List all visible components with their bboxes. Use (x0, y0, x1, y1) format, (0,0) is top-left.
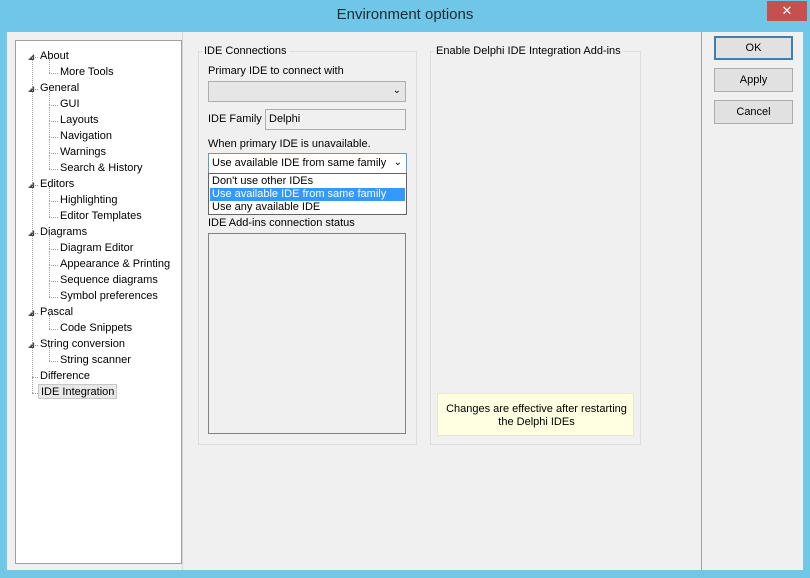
tree-item[interactable]: Code Snippets (60, 321, 132, 336)
tree-connector (49, 123, 50, 137)
tree-category[interactable]: Editors (40, 177, 74, 192)
tree-item[interactable]: Layouts (60, 113, 99, 128)
primary-ide-label: Primary IDE to connect with (208, 65, 344, 77)
apply-button[interactable]: Apply (714, 68, 793, 92)
tree-connector (49, 91, 50, 105)
tree-connector (49, 203, 50, 217)
tree-category[interactable]: String conversion (40, 337, 125, 352)
unavailable-label: When primary IDE is unavailable. (208, 138, 371, 150)
cancel-button[interactable]: Cancel (714, 100, 793, 124)
dialog-client-area: ◢ About More Tools ◢ General GUI Layouts Naviga… (7, 32, 803, 570)
tree-connector (49, 137, 58, 138)
dropdown-option[interactable]: Don't use other IDEs (210, 175, 405, 188)
chevron-down-icon: ⌄ (392, 85, 401, 96)
tree-category[interactable]: Diagrams (40, 225, 87, 240)
window-title: Environment options (336, 6, 474, 23)
ok-button[interactable]: OK (714, 36, 793, 60)
restart-info-box: Changes are effective after restarting t… (437, 393, 634, 436)
tree-connector (49, 265, 58, 266)
tree-connector (49, 73, 58, 74)
tree-item[interactable]: Diagram Editor (60, 241, 133, 256)
info-text-line2: the Delphi IDEs (498, 416, 575, 428)
tree-item[interactable]: Sequence diagrams (60, 273, 158, 288)
addins-title: Enable Delphi IDE Integration Add-ins (434, 45, 623, 57)
tree-item[interactable]: GUI (60, 97, 80, 112)
connection-status-label: IDE Add-ins connection status (208, 217, 355, 229)
tree-category[interactable]: IDE Integration (38, 384, 118, 399)
tree-connector (49, 105, 58, 106)
tree-category[interactable]: Pascal (40, 305, 73, 320)
tree-item[interactable]: Highlighting (60, 193, 117, 208)
tree-connector (49, 217, 58, 218)
tree-item[interactable]: Appearance & Printing (60, 257, 170, 272)
close-icon: ✕ (781, 3, 793, 18)
tree-connector (49, 283, 50, 297)
tree-connector (49, 121, 58, 122)
tree-category[interactable]: Difference (40, 369, 90, 384)
tree-connector (49, 267, 50, 281)
tree-connector (49, 249, 58, 250)
tree-item[interactable]: More Tools (60, 65, 114, 80)
unavailable-fallback-value: Use available IDE from same family (212, 157, 387, 169)
tree-item[interactable]: Navigation (60, 129, 112, 144)
tree-connector (49, 187, 50, 201)
tree-connector (49, 329, 58, 330)
tree-item[interactable]: Symbol preferences (60, 289, 158, 304)
right-divider (701, 32, 702, 570)
tree-connector (49, 107, 50, 121)
connection-status-list[interactable] (208, 233, 406, 434)
primary-ide-combo[interactable]: ⌄ (208, 81, 406, 102)
tree-connector (49, 59, 50, 73)
tree-connector (49, 315, 50, 329)
tree-category[interactable]: About (40, 49, 69, 64)
dropdown-option-highlighted[interactable]: Use available IDE from same family (210, 188, 405, 201)
tree-connector (49, 235, 50, 249)
tree-connector (49, 251, 50, 265)
tree-connector (49, 361, 58, 362)
tree-connector (49, 281, 58, 282)
environment-options-window: Environment options ✕ ◢ About More Tools ◢ G… (0, 0, 810, 578)
title-bar[interactable]: Environment options ✕ (0, 0, 810, 32)
addins-group (430, 51, 641, 445)
ide-family-label: IDE Family (208, 113, 262, 125)
tree-connector (49, 153, 58, 154)
dropdown-option[interactable]: Use any available IDE (210, 201, 405, 214)
options-tree[interactable]: ◢ About More Tools ◢ General GUI Layouts Naviga… (15, 40, 182, 564)
tree-connector (49, 139, 50, 153)
tree-connector (32, 57, 33, 393)
info-text-line1: Changes are effective after restarting (446, 403, 627, 415)
ide-family-field[interactable]: Delphi (265, 109, 406, 130)
left-divider (182, 32, 183, 570)
tree-category[interactable]: General (40, 81, 79, 96)
ide-family-value: Delphi (269, 113, 301, 125)
tree-item[interactable]: String scanner (60, 353, 131, 368)
ide-connections-title: IDE Connections (202, 45, 289, 57)
tree-connector (49, 169, 58, 170)
chevron-down-icon: ⌄ (393, 157, 402, 168)
close-button[interactable]: ✕ (767, 1, 807, 21)
tree-connector (49, 201, 58, 202)
tree-item[interactable]: Editor Templates (60, 209, 142, 224)
tree-connector (49, 347, 50, 361)
unavailable-fallback-combo[interactable]: Use available IDE from same family ⌄ (208, 153, 407, 174)
tree-connector (49, 297, 58, 298)
tree-item[interactable]: Search & History (60, 161, 143, 176)
tree-connector (49, 155, 50, 169)
fallback-dropdown-list[interactable]: Don't use other IDEs Use available IDE f… (208, 173, 407, 215)
tree-item[interactable]: Warnings (60, 145, 106, 160)
